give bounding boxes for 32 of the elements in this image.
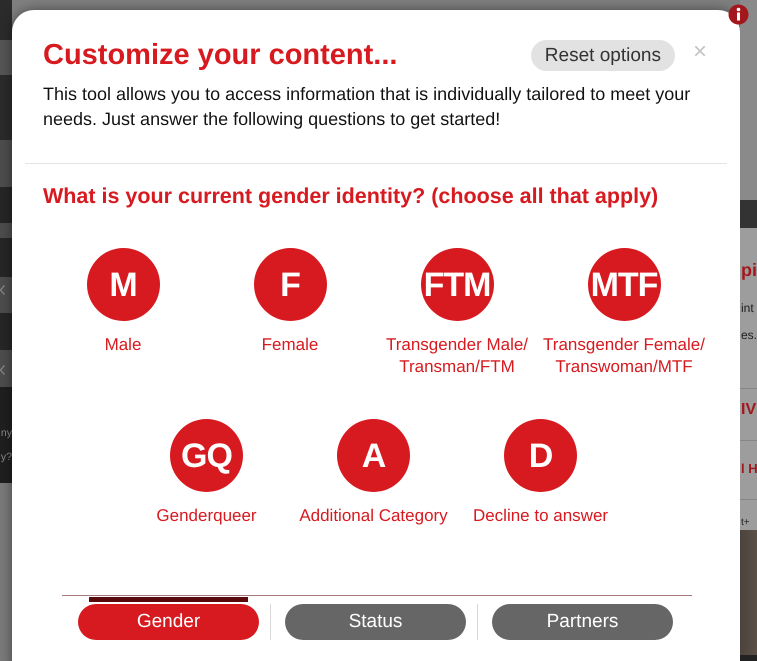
option-label: Female (262, 334, 318, 356)
page-caption-fragment: t+ (740, 517, 751, 529)
gender-option-button[interactable]: A (337, 419, 410, 492)
page-heading-fragment: IV (740, 400, 757, 420)
gender-option-button[interactable]: MTF (588, 248, 660, 321)
page-heading-fragment: l H (740, 460, 757, 478)
tab[interactable]: Partners (492, 604, 673, 640)
option-label: Transgender Female/ Transwoman/MTF (542, 334, 706, 378)
tab[interactable]: Gender (78, 604, 259, 640)
intro-text: This tool allows you to access information that is individually tailored to meet your needs. Just answer the following questions to get started! (43, 83, 692, 131)
option-label: Additional Category (299, 505, 448, 527)
gender-option-button[interactable]: D (504, 419, 577, 492)
option-label: Transgender Male/ Transman/FTM (384, 334, 530, 378)
page-text-fragment: y? (0, 450, 12, 464)
gender-option-button[interactable]: GQ (170, 419, 243, 492)
reset-options-button[interactable]: Reset options (530, 40, 675, 71)
info-icon[interactable] (728, 4, 749, 25)
option-label: Genderqueer (156, 505, 257, 527)
page-text-fragment: int (740, 300, 755, 317)
chevron-icon (0, 285, 5, 295)
gender-option-button[interactable]: FTM (420, 248, 494, 321)
page-heading-fragment: pi (740, 259, 757, 281)
dialog-title: Customize your content... (43, 38, 398, 72)
tab[interactable]: Status (285, 604, 466, 640)
gender-option-button[interactable]: F (254, 248, 326, 321)
chevron-icon (0, 365, 5, 375)
option-label: Male (104, 334, 142, 356)
option-label: Decline to answer (472, 505, 608, 527)
page-text-fragment: ny (0, 426, 12, 440)
question-heading: What is your current gender identity? (choose all that apply) (43, 183, 660, 209)
page-text-fragment: es. (740, 327, 757, 344)
gender-option-button[interactable]: M (86, 248, 160, 321)
